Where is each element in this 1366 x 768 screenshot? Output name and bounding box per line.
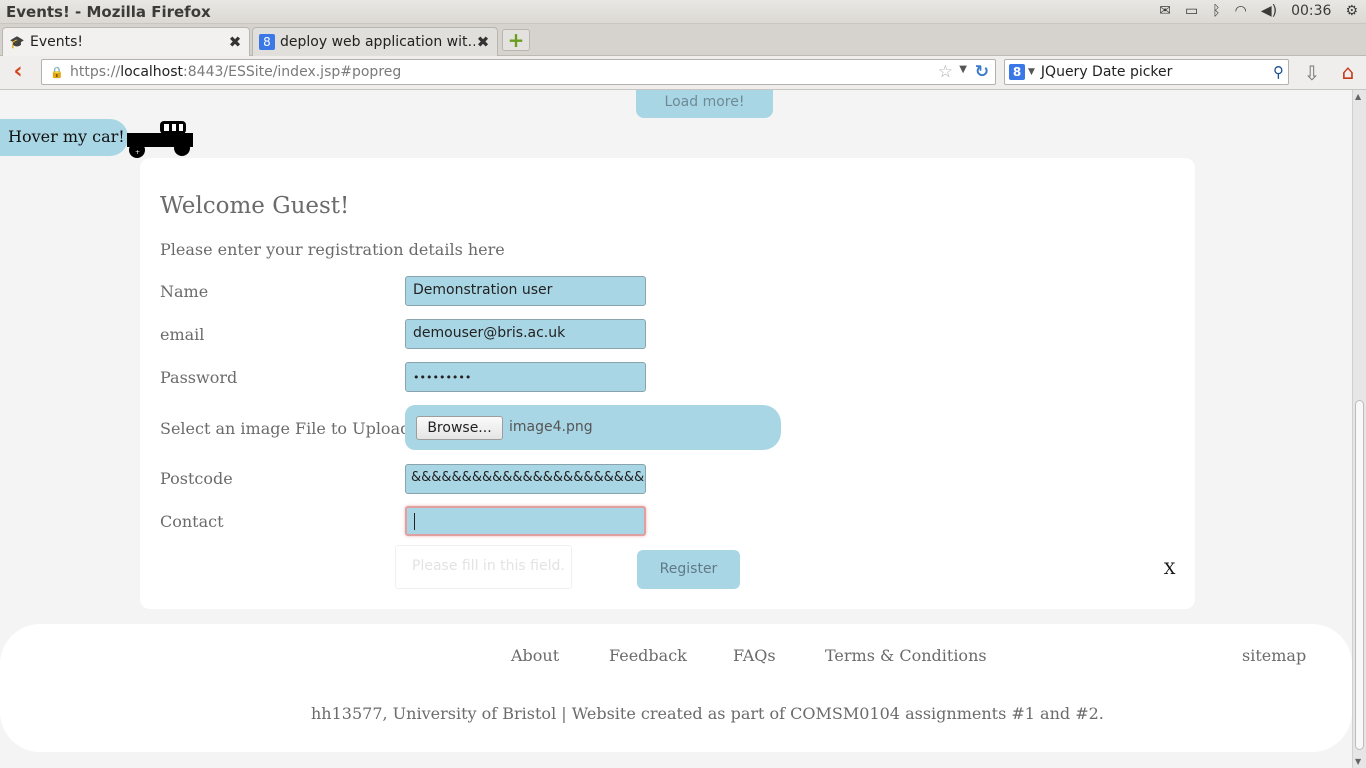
vertical-scrollbar[interactable]: ▲ ▼ — [1352, 90, 1366, 768]
chevron-down-icon[interactable]: ▼ — [1028, 67, 1035, 77]
window-titlebar: Events! - Mozilla Firefox ✉ ▭ ᛒ ◠ ◀) 00:… — [0, 0, 1366, 24]
tab-events[interactable]: 🎓 Events! ✖ — [2, 27, 250, 56]
name-label: Name — [160, 282, 209, 301]
google-icon[interactable]: 8 — [1009, 64, 1025, 80]
bookmark-star-icon[interactable]: ☆ — [938, 62, 953, 82]
scroll-down-icon[interactable]: ▼ — [1355, 757, 1361, 766]
file-upload-label: Select an image File to Upload — [160, 419, 411, 438]
car-icon[interactable]: + — [127, 120, 195, 162]
browse-button[interactable]: Browse... — [416, 416, 503, 440]
register-button[interactable]: Register — [637, 550, 740, 589]
footer-link-sitemap[interactable]: sitemap — [1242, 646, 1306, 665]
tab-label: Events! — [30, 34, 84, 50]
url-bar[interactable]: 🔒 https://localhost:8443/ESSite/index.js… — [41, 59, 996, 85]
scrollbar-thumb[interactable] — [1355, 400, 1364, 750]
reload-icon[interactable]: ↻ — [975, 62, 989, 82]
form-subtitle: Please enter your registration details h… — [160, 240, 505, 259]
lock-icon: 🔒 — [50, 65, 64, 79]
hover-car-label[interactable]: Hover my car! — [0, 119, 128, 156]
password-label: Password — [160, 368, 238, 387]
close-tab-icon[interactable]: ✖ — [475, 33, 491, 51]
chevron-down-icon[interactable]: ▼ — [959, 64, 967, 75]
url-text: https://localhost:8443/ESSite/index.jsp#… — [70, 64, 402, 80]
load-more-button[interactable]: Load more! — [636, 90, 773, 118]
footer-link-terms[interactable]: Terms & Conditions — [825, 646, 987, 665]
registration-card: Welcome Guest! Please enter your registr… — [140, 158, 1195, 609]
search-input[interactable]: JQuery Date picker — [1041, 64, 1173, 80]
svg-text:+: + — [135, 149, 140, 156]
home-icon[interactable]: ⌂ — [1336, 60, 1360, 84]
close-tab-icon[interactable]: ✖ — [227, 33, 243, 51]
window-title: Events! - Mozilla Firefox — [6, 3, 211, 21]
email-label: email — [160, 325, 205, 344]
power-icon[interactable]: ⚙ — [1345, 3, 1358, 19]
google-icon: 8 — [259, 34, 275, 50]
search-icon[interactable]: ⚲ — [1273, 63, 1284, 81]
search-bar[interactable]: 8 ▼ JQuery Date picker ⚲ — [1004, 59, 1289, 85]
email-field[interactable]: demouser@bris.ac.uk — [405, 319, 646, 349]
tab-label: deploy web application wit… — [280, 34, 475, 50]
bluetooth-icon[interactable]: ᛒ — [1212, 3, 1220, 19]
footer-credit: hh13577, University of Bristol | Website… — [311, 704, 1104, 723]
footer: About Feedback FAQs Terms & Conditions s… — [0, 624, 1352, 752]
download-icon[interactable]: ⇩ — [1301, 61, 1323, 85]
tab-bar: 🎓 Events! ✖ 8 deploy web application wit… — [0, 24, 1366, 56]
page-viewport: Load more! Hover my car! + Welcome Guest… — [0, 90, 1352, 768]
selected-file-name: image4.png — [509, 419, 593, 435]
contact-label: Contact — [160, 512, 224, 531]
close-button[interactable]: X — [1164, 559, 1175, 578]
system-tray: ✉ ▭ ᛒ ◠ ◀) 00:36 ⚙ — [1159, 3, 1358, 19]
file-upload-field: Browse... image4.png — [405, 405, 781, 450]
volume-icon[interactable]: ◀) — [1261, 3, 1277, 19]
footer-link-about[interactable]: About — [511, 646, 559, 665]
clock[interactable]: 00:36 — [1291, 3, 1331, 19]
name-field[interactable]: Demonstration user — [405, 276, 646, 306]
scroll-up-icon[interactable]: ▲ — [1355, 92, 1361, 101]
postcode-label: Postcode — [160, 469, 233, 488]
footer-link-feedback[interactable]: Feedback — [609, 646, 687, 665]
tab-google-search[interactable]: 8 deploy web application wit… ✖ — [252, 27, 498, 56]
back-button[interactable]: ‹ — [6, 60, 30, 84]
text-caret — [414, 513, 415, 530]
contact-field[interactable] — [405, 506, 646, 536]
graduation-cap-icon: 🎓 — [9, 35, 25, 49]
content-band — [0, 118, 1352, 146]
page-title: Welcome Guest! — [160, 193, 350, 219]
navigation-bar: ‹ 🔒 https://localhost:8443/ESSite/index.… — [0, 56, 1366, 90]
postcode-field[interactable]: &&&&&&&&&&&&&&&&&&&&&&& — [405, 464, 646, 494]
battery-icon[interactable]: ▭ — [1185, 3, 1198, 19]
new-tab-button[interactable]: + — [502, 29, 530, 51]
password-field[interactable]: ••••••••• — [405, 362, 646, 392]
wifi-icon[interactable]: ◠ — [1235, 3, 1247, 19]
footer-link-faqs[interactable]: FAQs — [733, 646, 776, 665]
mail-icon[interactable]: ✉ — [1159, 3, 1171, 19]
validation-tooltip: Please fill in this field. — [395, 545, 572, 589]
